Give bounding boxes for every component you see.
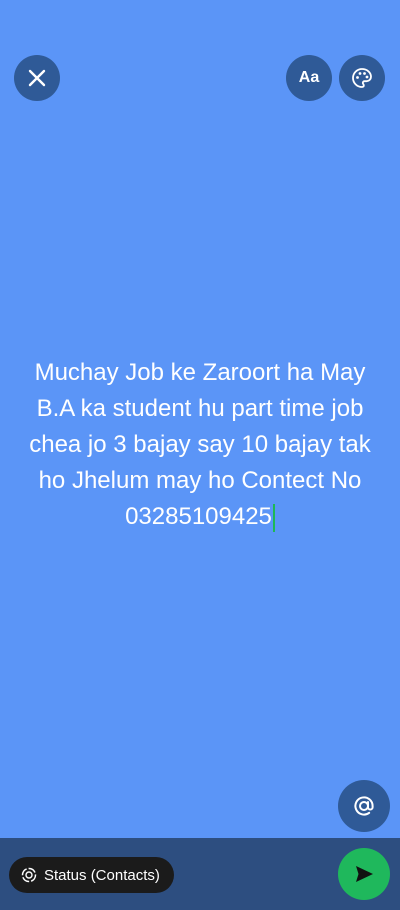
mention-button[interactable] xyxy=(338,780,390,832)
status-audience-button[interactable]: Status (Contacts) xyxy=(9,857,174,893)
send-button[interactable] xyxy=(338,848,390,900)
bottom-bar: Status (Contacts) xyxy=(0,838,400,910)
status-ring-icon xyxy=(21,867,37,883)
close-button[interactable] xyxy=(14,55,60,101)
close-icon xyxy=(28,69,46,87)
status-text-editor[interactable]: Muchay Job ke Zaroort ha May B.A ka stud… xyxy=(20,355,380,535)
status-text-content: Muchay Job ke Zaroort ha May B.A ka stud… xyxy=(29,359,371,530)
color-palette-button[interactable] xyxy=(339,55,385,101)
status-audience-label: Status (Contacts) xyxy=(44,866,160,884)
palette-icon xyxy=(352,68,372,88)
send-icon xyxy=(356,866,373,882)
font-style-label: Aa xyxy=(298,69,320,86)
text-cursor xyxy=(272,503,275,532)
at-sign-icon xyxy=(354,796,374,816)
font-style-button[interactable]: Aa xyxy=(286,55,332,101)
